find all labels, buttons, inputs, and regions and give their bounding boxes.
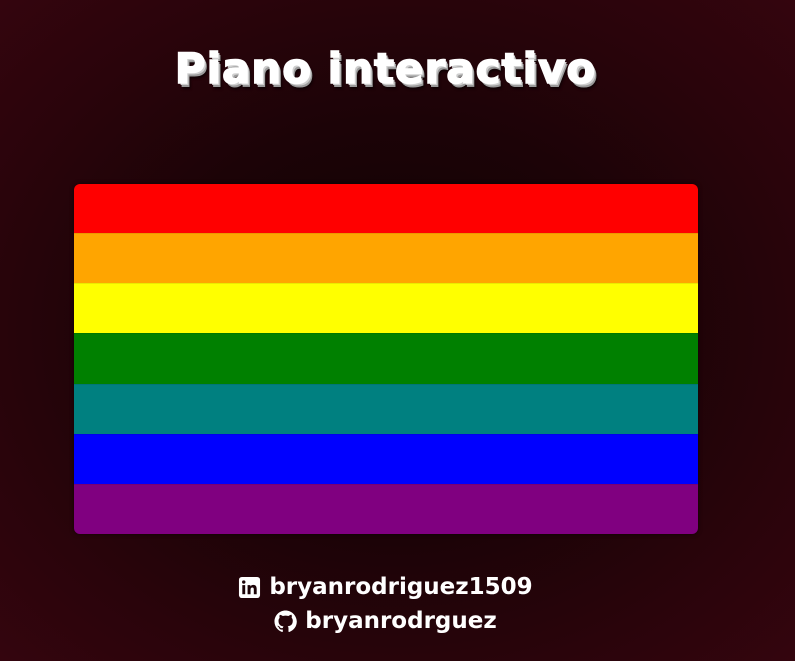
linkedin-link[interactable]: bryanrodriguez1509 xyxy=(0,570,771,604)
piano-key-green[interactable] xyxy=(74,333,698,384)
piano-key-orange[interactable] xyxy=(74,233,698,284)
piano-key-blue[interactable] xyxy=(74,433,698,484)
github-label: bryanrodrguez xyxy=(305,608,497,634)
footer: bryanrodriguez1509 bryanrodrguez xyxy=(0,570,771,638)
linkedin-label: bryanrodriguez1509 xyxy=(269,574,533,600)
piano-key-yellow[interactable] xyxy=(74,283,698,334)
linkedin-icon xyxy=(238,576,261,599)
page-title: Piano interactivo xyxy=(174,43,597,94)
piano xyxy=(74,184,698,534)
piano-key-red[interactable] xyxy=(74,184,698,234)
github-icon xyxy=(274,609,298,633)
piano-key-purple[interactable] xyxy=(74,483,698,534)
piano-key-teal[interactable] xyxy=(74,383,698,434)
github-link[interactable]: bryanrodrguez xyxy=(0,604,771,638)
